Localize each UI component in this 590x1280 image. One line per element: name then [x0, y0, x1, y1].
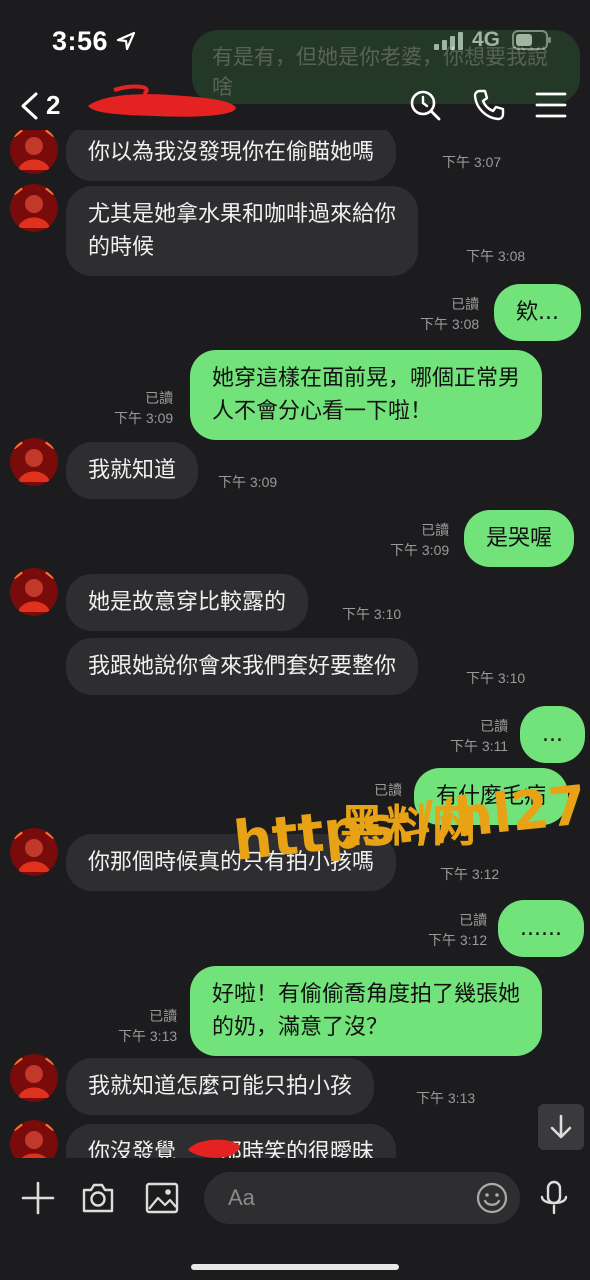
- message-bubble[interactable]: ......: [498, 900, 584, 957]
- message-bubble[interactable]: ...: [520, 706, 585, 763]
- message-timestamp: 下午 3:08: [420, 316, 480, 332]
- message-text: 你以為我沒發現你在偷瞄她嗎: [88, 140, 375, 165]
- home-indicator[interactable]: [191, 1264, 399, 1270]
- avatar[interactable]: [10, 130, 58, 174]
- camera-icon[interactable]: [80, 1180, 116, 1216]
- message-meta: 已讀下午 3:13: [118, 1006, 177, 1046]
- back-chevron-icon[interactable]: [18, 92, 40, 120]
- message-meta: 已讀下午 3:08: [420, 294, 479, 334]
- arrow-down-icon[interactable]: [538, 1104, 584, 1150]
- message-timestamp: 下午 3:10: [342, 606, 402, 622]
- message-text: 尤其是她拿水果和咖啡過來給你 的時候: [88, 202, 397, 260]
- read-receipt: 已讀: [145, 390, 174, 406]
- message-text: 好啦！有偷偷喬角度拍了幾張她 的奶，滿意了沒？: [212, 982, 521, 1040]
- message-bubble[interactable]: 你以為我沒發現你在偷瞄她嗎: [66, 130, 397, 181]
- message-text: 我跟她說你會來我們套好要整你: [88, 654, 397, 679]
- status-time: 3:56: [52, 26, 109, 56]
- message-bubble[interactable]: 尤其是她拿水果和咖啡過來給你 的時候: [66, 186, 419, 276]
- read-receipt: 已讀: [459, 912, 488, 928]
- message-bubble[interactable]: 我就知道怎麼可能只拍小孩: [66, 1058, 375, 1115]
- read-receipt: 已讀: [421, 522, 450, 538]
- avatar[interactable]: [10, 184, 58, 232]
- message-meta: 已讀下午 3:09: [114, 388, 173, 428]
- message-input[interactable]: [204, 1172, 520, 1224]
- message-bubble[interactable]: 她穿這樣在面前晃，哪個正常男 人不會分心看一下啦！: [190, 350, 543, 440]
- avatar[interactable]: [10, 568, 58, 616]
- message-bubble[interactable]: 是哭喔: [464, 510, 575, 567]
- image-icon[interactable]: [144, 1180, 180, 1216]
- message-text: 我就知道: [88, 458, 177, 483]
- plus-icon[interactable]: [20, 1180, 56, 1216]
- message-bubble[interactable]: 好啦！有偷偷喬角度拍了幾張她 的奶，滿意了沒？: [190, 966, 543, 1056]
- message-text: 欸...: [516, 300, 559, 325]
- message-meta: 已讀下午 3:09: [390, 520, 449, 560]
- unread-count[interactable]: 2: [46, 90, 60, 121]
- message-meta: 已讀下午 3:12: [428, 910, 487, 950]
- message-timestamp: 下午 3:13: [118, 1028, 178, 1044]
- message-timestamp: 下午 3:12: [440, 866, 500, 882]
- search-icon[interactable]: [408, 88, 442, 122]
- message-bubble[interactable]: 欸...: [494, 284, 581, 341]
- message-input-bar: [0, 1158, 590, 1280]
- message-text: 是哭喔: [486, 526, 553, 551]
- message-timestamp: 下午 3:09: [114, 410, 174, 426]
- message-bubble[interactable]: 她是故意穿比較露的: [66, 574, 309, 631]
- redacted-name-mark: [188, 1139, 240, 1158]
- menu-icon[interactable]: [534, 88, 568, 122]
- mic-icon[interactable]: [536, 1180, 572, 1216]
- emoji-icon[interactable]: [474, 1180, 510, 1216]
- avatar[interactable]: [10, 438, 58, 486]
- location-arrow-icon: [116, 31, 136, 51]
- redacted-contact-name: [88, 84, 236, 117]
- message-timestamp: 下午 3:12: [428, 932, 488, 948]
- message-meta: 已讀下午 3:11: [450, 716, 508, 756]
- message-text: 她穿這樣在面前晃，哪個正常男 人不會分心看一下啦！: [212, 366, 521, 424]
- message-timestamp: 下午 3:09: [218, 474, 278, 490]
- chat-header: 2: [0, 78, 590, 136]
- message-timestamp: 下午 3:10: [466, 670, 526, 686]
- message-timestamp: 下午 3:08: [466, 248, 526, 264]
- avatar[interactable]: [10, 1054, 58, 1102]
- phone-icon[interactable]: [472, 88, 506, 122]
- message-timestamp: 下午 3:09: [390, 542, 450, 558]
- read-receipt: 已讀: [451, 296, 480, 312]
- message-bubble[interactable]: 我就知道: [66, 442, 199, 499]
- avatar[interactable]: [10, 1120, 58, 1160]
- message-text: 她是故意穿比較露的: [88, 590, 287, 615]
- message-timestamp: 下午 3:11: [450, 738, 509, 754]
- message-timestamp: 下午 3:13: [416, 1090, 476, 1106]
- avatar[interactable]: [10, 828, 58, 876]
- message-text: ...: [542, 722, 563, 747]
- message-text: 我就知道怎麼可能只拍小孩: [88, 1074, 353, 1099]
- message-list[interactable]: 你以為我沒發現你在偷瞄她嗎 下午 3:07 尤其是她拿水果和咖啡過來給你 的時候…: [0, 130, 590, 1160]
- message-text: ......: [520, 916, 562, 941]
- message-timestamp: 下午 3:07: [442, 154, 502, 170]
- read-receipt: 已讀: [149, 1008, 178, 1024]
- read-receipt: 已讀: [480, 718, 509, 734]
- message-bubble[interactable]: 我跟她說你會來我們套好要整你: [66, 638, 419, 695]
